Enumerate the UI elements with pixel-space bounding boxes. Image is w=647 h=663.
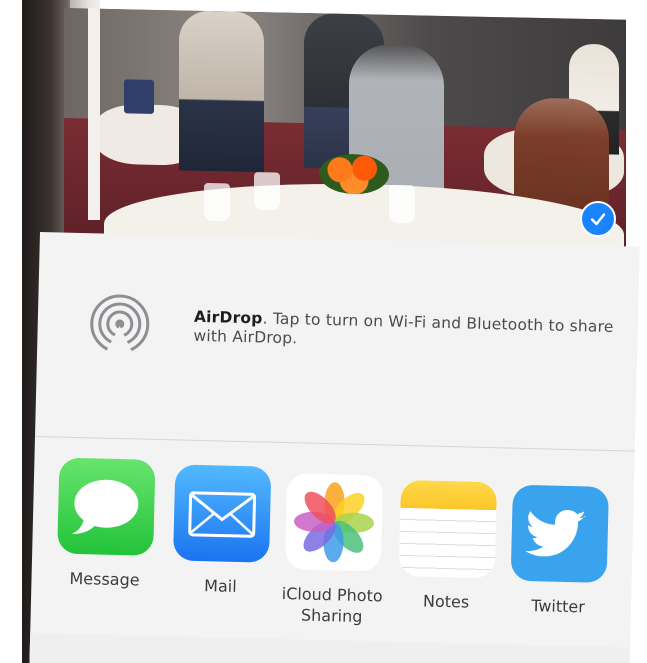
airdrop-icon [87, 291, 153, 357]
share-app-label: Twitter [530, 596, 586, 617]
notes-icon-lines [398, 507, 497, 579]
airdrop-message-line2: with AirDrop. [193, 326, 298, 348]
airdrop-title: AirDrop [193, 307, 263, 328]
share-app-notes[interactable]: Notes [391, 479, 504, 614]
airdrop-message-line1: . Tap to turn on Wi-Fi and Bluetooth to … [262, 309, 614, 337]
notes-icon-header [400, 479, 498, 511]
share-app-mail[interactable]: Mail [165, 464, 278, 598]
message-icon [57, 457, 156, 556]
airdrop-row[interactable]: AirDrop. Tap to turn on Wi-Fi and Blueto… [35, 232, 640, 455]
share-app-message[interactable]: Message [49, 457, 162, 591]
mail-icon [173, 464, 272, 563]
selected-checkmark-icon[interactable] [580, 201, 616, 237]
share-app-icloud-photo-sharing[interactable]: iCloud Photo Sharing [276, 473, 390, 628]
photos-icon [284, 473, 384, 572]
share-app-label-line1: iCloud Photo [281, 584, 383, 606]
share-sheet: AirDrop. Tap to turn on Wi-Fi and Blueto… [29, 232, 640, 663]
share-app-label-line2: Sharing [300, 605, 363, 626]
photo-person [179, 10, 264, 173]
selected-photo[interactable] [64, 8, 626, 266]
share-apps-row: Message Mail iCloud Photo Sharing Notes … [29, 437, 634, 663]
share-app-label: Mail [203, 576, 237, 596]
twitter-bird-icon [510, 484, 609, 583]
photo-glass [389, 184, 415, 224]
photo-glass [204, 182, 230, 222]
share-app-label: iCloud Photo Sharing [276, 583, 387, 628]
photo-glass [254, 171, 280, 211]
share-app-label: Notes [422, 591, 470, 612]
photo-person [514, 97, 609, 210]
sheet-bottom-edge [29, 632, 631, 663]
share-app-label: Message [69, 568, 140, 590]
share-app-twitter[interactable]: Twitter [503, 484, 616, 618]
photo-frame [88, 8, 100, 220]
airdrop-message: AirDrop. Tap to turn on Wi-Fi and Blueto… [193, 308, 634, 357]
notes-icon [398, 479, 498, 579]
photo-laptop [124, 79, 154, 114]
screen: AirDrop. Tap to turn on Wi-Fi and Blueto… [0, 0, 647, 663]
